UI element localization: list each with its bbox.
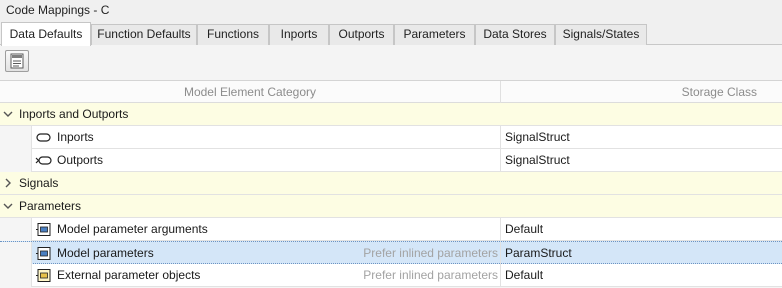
row-label: Model parameter arguments — [57, 222, 208, 236]
table-row-model-parameters[interactable]: Model parameters Prefer inlined paramete… — [0, 241, 782, 265]
table-row-outports[interactable]: Outports SignalStruct — [0, 149, 782, 172]
chevron-down-icon[interactable] — [3, 201, 13, 211]
tab-functions[interactable]: Functions — [197, 24, 269, 45]
group-label: Inports and Outports — [19, 107, 129, 121]
table-row-model-parameter-arguments[interactable]: Model parameter arguments Default — [0, 218, 782, 241]
group-label: Signals — [19, 176, 59, 190]
parameter-block-icon — [36, 247, 51, 260]
storage-class-value: Default — [505, 222, 544, 236]
tab-data-defaults[interactable]: Data Defaults — [1, 22, 91, 46]
table-header: Model Element Category Storage Class — [0, 81, 782, 103]
window-title: Code Mappings - C — [0, 0, 782, 22]
storage-class-value: Default — [505, 268, 544, 282]
chevron-down-icon[interactable] — [3, 109, 13, 119]
parameter-block-icon — [36, 223, 51, 236]
group-label: Parameters — [19, 199, 82, 213]
storage-class-cell[interactable]: ParamStruct — [500, 242, 782, 265]
storage-class-value: SignalStruct — [505, 153, 570, 167]
inport-icon — [36, 133, 51, 142]
row-label: Model parameters — [57, 246, 154, 260]
table-row-inports[interactable]: Inports SignalStruct — [0, 126, 782, 149]
storage-class-value: SignalStruct — [505, 130, 570, 144]
toolbar — [0, 45, 782, 81]
tab-bar: Data Defaults Function Defaults Function… — [0, 22, 782, 46]
group-row-parameters[interactable]: Parameters — [0, 195, 782, 218]
tab-parameters[interactable]: Parameters — [394, 24, 475, 45]
storage-class-cell[interactable]: SignalStruct — [500, 149, 782, 172]
outport-icon — [35, 156, 52, 165]
row-indent — [0, 149, 32, 172]
chevron-right-icon[interactable] — [3, 178, 13, 188]
storage-class-value: ParamStruct — [505, 246, 572, 260]
tab-outports[interactable]: Outports — [329, 24, 394, 45]
row-hint: Prefer inlined parameters — [363, 268, 498, 282]
row-hint: Prefer inlined parameters — [363, 246, 498, 260]
storage-class-cell[interactable]: Default — [500, 218, 782, 241]
properties-icon — [10, 53, 24, 69]
row-indent — [0, 218, 32, 241]
row-indent — [0, 242, 32, 265]
external-parameter-icon — [36, 269, 51, 282]
table-row-external-parameter-objects[interactable]: External parameter objects Prefer inline… — [0, 264, 782, 287]
row-indent — [0, 264, 32, 287]
group-row-signals[interactable]: Signals — [0, 172, 782, 195]
tab-signals-states[interactable]: Signals/States — [555, 24, 647, 45]
storage-class-cell[interactable]: Default — [500, 264, 782, 287]
column-header-storage-class[interactable]: Storage Class — [500, 81, 782, 103]
tab-function-defaults[interactable]: Function Defaults — [91, 24, 197, 45]
group-row-inports-outports[interactable]: Inports and Outports — [0, 103, 782, 126]
row-label: Inports — [57, 130, 94, 144]
row-indent — [0, 126, 32, 149]
property-inspector-button[interactable] — [5, 50, 29, 72]
tab-inports[interactable]: Inports — [269, 24, 329, 45]
tab-data-stores[interactable]: Data Stores — [475, 24, 555, 45]
column-header-category[interactable]: Model Element Category — [0, 85, 500, 99]
row-label: External parameter objects — [57, 268, 201, 282]
row-label: Outports — [57, 153, 104, 167]
storage-class-cell[interactable]: SignalStruct — [500, 126, 782, 149]
